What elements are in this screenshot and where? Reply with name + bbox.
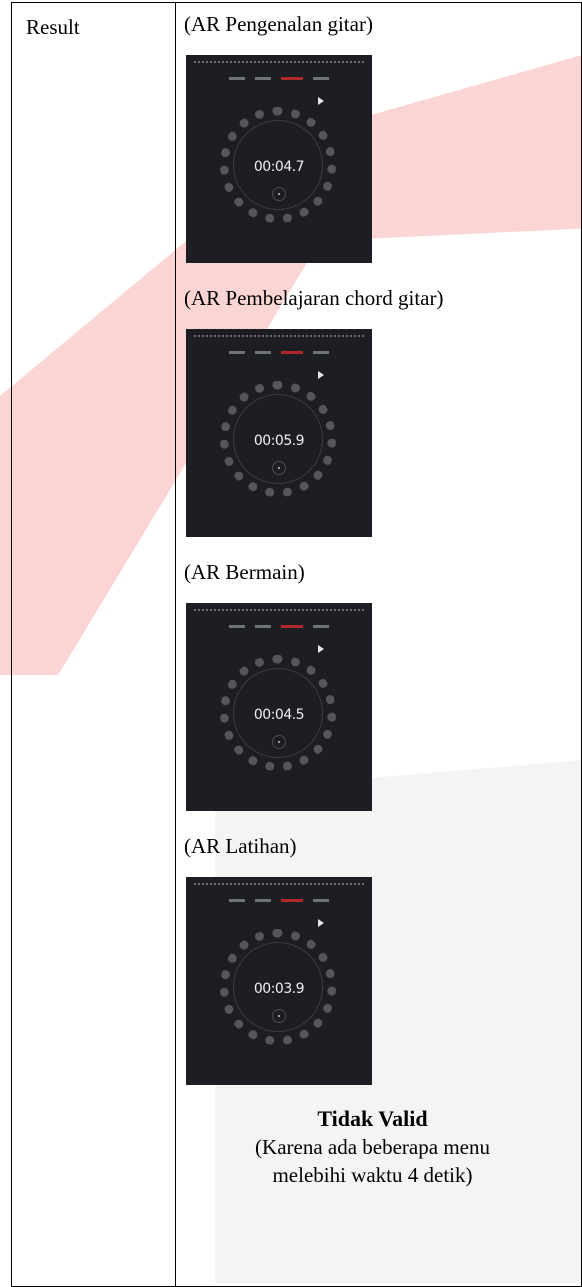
stopwatch-time: 00:05.9 — [253, 433, 305, 449]
caption-latihan: (AR Latihan) — [184, 834, 297, 858]
row-label: Result — [26, 15, 80, 39]
app-tabs — [186, 899, 372, 905]
status-bar — [194, 883, 364, 889]
status-bar — [194, 335, 364, 341]
content-cell: (AR Pengenalan gitar) 00:04.7 (AR Pembel… — [175, 2, 582, 1287]
stopwatch-screenshot-pembelajaran: 00:05.9 — [186, 329, 372, 537]
label-cell: Result — [11, 2, 176, 1287]
app-tabs — [186, 351, 372, 357]
lap-button-icon — [272, 1009, 286, 1023]
lap-button-icon — [272, 461, 286, 475]
stopwatch-time: 00:04.5 — [253, 707, 305, 723]
app-tabs — [186, 625, 372, 631]
caption-pembelajaran: (AR Pembelajaran chord gitar) — [184, 286, 444, 310]
stopwatch-screenshot-latihan: 00:03.9 — [186, 877, 372, 1085]
stopwatch-screenshot-bermain: 00:04.5 — [186, 603, 372, 811]
stopwatch-time: 00:03.9 — [253, 981, 305, 997]
verdict: Tidak Valid (Karena ada beberapa menu me… — [184, 1105, 581, 1189]
status-bar — [194, 609, 364, 615]
verdict-title: Tidak Valid — [317, 1106, 428, 1131]
result-table: Result (AR Pengenalan gitar) 00:04.7 (AR… — [11, 2, 582, 1287]
stopwatch-time: 00:04.7 — [253, 159, 305, 175]
ring-marker-icon — [318, 371, 324, 379]
verdict-note-line-1: (Karena ada beberapa menu — [255, 1135, 490, 1159]
stopwatch-screenshot-pengenalan: 00:04.7 — [186, 55, 372, 263]
result-row: Result (AR Pengenalan gitar) 00:04.7 (AR… — [11, 2, 582, 1287]
verdict-note-line-2: melebihi waktu 4 detik) — [272, 1163, 473, 1187]
ring-marker-icon — [318, 645, 324, 653]
status-bar — [194, 61, 364, 67]
ring-marker-icon — [318, 97, 324, 105]
caption-bermain: (AR Bermain) — [184, 560, 305, 584]
app-tabs — [186, 77, 372, 83]
lap-button-icon — [272, 187, 286, 201]
lap-button-icon — [272, 735, 286, 749]
caption-pengenalan: (AR Pengenalan gitar) — [184, 12, 373, 36]
ring-marker-icon — [318, 919, 324, 927]
